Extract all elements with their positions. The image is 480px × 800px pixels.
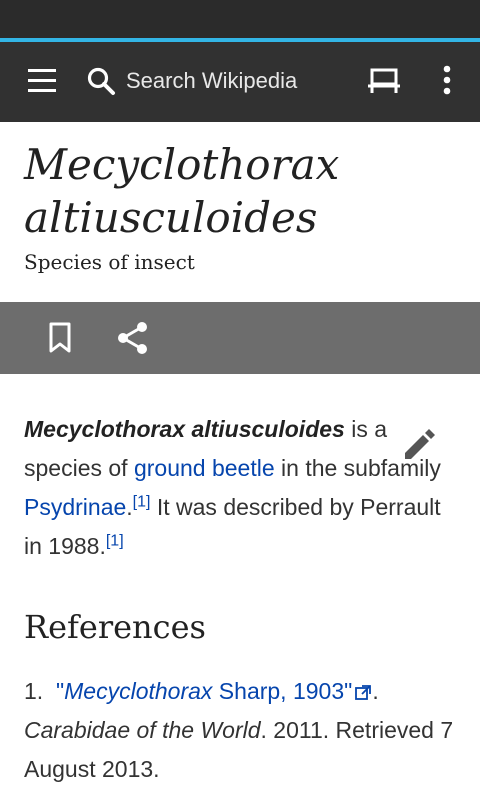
reference-number: 1. bbox=[24, 678, 44, 704]
reading-list-icon bbox=[368, 68, 400, 93]
menu-icon[interactable] bbox=[28, 69, 56, 93]
reading-list-button[interactable] bbox=[366, 64, 402, 102]
reference-source: Carabidae of the World bbox=[24, 717, 261, 743]
page-title-line-2: altiusculoides bbox=[24, 193, 318, 242]
reference-genus: Mecyclothorax bbox=[64, 678, 213, 704]
save-bookmark-button[interactable] bbox=[46, 320, 74, 360]
search-placeholder: Search Wikipedia bbox=[126, 68, 298, 93]
page-title-line-1: Mecyclothorax bbox=[24, 140, 340, 189]
external-link-icon bbox=[355, 685, 372, 700]
citation-link-2[interactable]: [1] bbox=[106, 532, 124, 549]
page-title: Mecyclothorax altiusculoides bbox=[24, 138, 464, 244]
app-toolbar: Search Wikipedia bbox=[0, 42, 480, 122]
article-action-bar bbox=[0, 302, 480, 374]
link-ground-beetle[interactable]: ground beetle bbox=[134, 455, 275, 481]
article-subject-bold: Mecyclothorax altiusculoides bbox=[24, 416, 345, 442]
reference-item: 1. "Mecyclothorax Sharp, 1903". Carabidae… bbox=[24, 672, 464, 789]
search-bar[interactable]: Search Wikipedia bbox=[86, 62, 336, 102]
share-icon bbox=[118, 322, 147, 354]
lead-paragraph: Mecyclothorax altiusculoides is a specie… bbox=[24, 410, 464, 566]
reference-link-rest: Sharp, 1903" bbox=[212, 678, 353, 704]
share-button[interactable] bbox=[116, 320, 150, 360]
status-bar bbox=[0, 0, 480, 38]
lead-text-2: in the subfamily bbox=[274, 455, 441, 481]
citation-link-1[interactable]: [1] bbox=[133, 493, 151, 510]
overflow-menu-icon bbox=[443, 65, 451, 95]
bookmark-icon bbox=[49, 322, 71, 353]
search-icon bbox=[87, 67, 115, 95]
overflow-menu-button[interactable] bbox=[440, 64, 454, 102]
reference-external-link[interactable]: "Mecyclothorax Sharp, 1903" bbox=[56, 678, 372, 704]
link-psydrinae[interactable]: Psydrinae bbox=[24, 494, 126, 520]
page-description: Species of insect bbox=[24, 250, 195, 274]
references-heading: References bbox=[24, 608, 206, 646]
reference-quote-open: " bbox=[55, 678, 65, 704]
reference-after-link: . bbox=[372, 678, 379, 704]
